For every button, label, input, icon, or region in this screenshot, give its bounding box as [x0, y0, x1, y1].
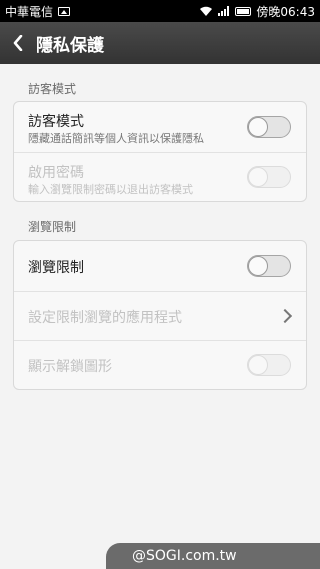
image-notification-icon	[58, 6, 71, 16]
guest-mode-description: 隱藏通話簡訊等個人資訊以保護隱私	[28, 132, 204, 145]
toggle-knob	[248, 256, 268, 276]
show-unlock-pattern-row: 顯示解鎖圖形	[14, 340, 306, 389]
guest-mode-toggle[interactable]	[247, 116, 291, 138]
restricted-apps-label: 設定限制瀏覽的應用程式	[28, 310, 182, 326]
restricted-apps-row: 設定限制瀏覽的應用程式	[14, 291, 306, 340]
back-button[interactable]	[0, 22, 36, 64]
enable-password-label: 啟用密碼	[28, 165, 84, 181]
status-left: 中華電信	[5, 3, 71, 20]
toggle-knob	[248, 117, 268, 137]
sogi-watermark: @SOGI.com.tw	[106, 543, 320, 569]
status-clock: 傍晚06:43	[256, 4, 315, 19]
show-unlock-pattern-label: 顯示解鎖圖形	[28, 359, 112, 375]
page-title: 隱私保護	[36, 35, 104, 56]
toggle-knob	[248, 355, 268, 375]
status-bar: 中華電信 傍晚06:43	[0, 0, 320, 22]
browse-restriction-toggle[interactable]	[247, 255, 291, 277]
wifi-icon	[200, 6, 213, 16]
carrier-name: 中華電信	[5, 4, 54, 19]
title-bar: 隱私保護	[0, 22, 320, 64]
battery-icon	[235, 6, 252, 16]
back-arrow-icon	[13, 35, 23, 51]
section-title-guest: 訪客模式	[28, 82, 77, 96]
enable-password-description: 輸入瀏覽限制密碼以退出訪客模式	[28, 183, 193, 196]
guest-mode-row[interactable]: 訪客模式 隱藏通話簡訊等個人資訊以保護隱私	[14, 102, 306, 152]
enable-password-toggle	[247, 166, 291, 188]
browse-restriction-row[interactable]: 瀏覽限制	[14, 241, 306, 291]
status-right: 傍晚06:43	[199, 3, 315, 20]
section-title-browse: 瀏覽限制	[28, 220, 77, 234]
enable-password-row: 啟用密碼 輸入瀏覽限制密碼以退出訪客模式	[14, 152, 306, 201]
signal-icon	[218, 6, 230, 16]
chevron-right-icon	[277, 308, 293, 324]
guest-mode-group: 訪客模式 隱藏通話簡訊等個人資訊以保護隱私 啟用密碼 輸入瀏覽限制密碼以退出訪客…	[13, 101, 307, 202]
show-unlock-pattern-toggle	[247, 354, 291, 376]
toggle-knob	[248, 167, 268, 187]
browse-restriction-group: 瀏覽限制 設定限制瀏覽的應用程式 顯示解鎖圖形	[13, 240, 307, 390]
browse-restriction-label: 瀏覽限制	[28, 260, 84, 276]
guest-mode-label: 訪客模式	[28, 114, 84, 130]
